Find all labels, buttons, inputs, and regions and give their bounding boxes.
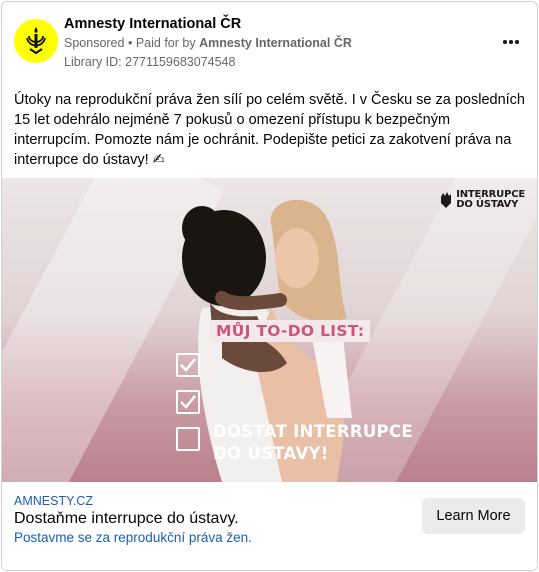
learn-more-button[interactable]: Learn More: [422, 498, 525, 534]
empty-box: [176, 427, 200, 451]
link-headline[interactable]: Dostaňme interrupce do ústavy.: [14, 510, 239, 528]
todo-text-line1: DOSTAT INTERRUPCE: [213, 422, 413, 441]
hand-logo-icon: [441, 192, 452, 208]
library-id: Library ID: 2771159683074548: [64, 55, 236, 69]
sponsored-label: Sponsored: [64, 36, 125, 50]
link-preview[interactable]: AMNESTY.CZ Dostaňme interrupce do ústavy…: [2, 482, 537, 570]
candle-icon: [26, 27, 46, 55]
todo-title: MŮJ TO-DO LIST:: [210, 320, 371, 342]
post-text: Útoky na reprodukční práva žen sílí po c…: [14, 92, 525, 168]
checkmark-icon: [180, 395, 196, 409]
paid-for-name: Amnesty International ČR: [199, 36, 352, 50]
checkmark-icon: [180, 358, 196, 372]
ad-image[interactable]: INTERRUPCE DO ÚSTAVY MŮJ TO-DO LIST: DOS…: [2, 178, 537, 482]
link-description[interactable]: Postavme se za reprodukční práva žen.: [14, 530, 252, 545]
advertiser-avatar[interactable]: [14, 19, 58, 63]
checked-box: [176, 353, 200, 377]
more-dots-icon: [503, 40, 507, 44]
paid-for-label: Paid for by: [135, 36, 196, 50]
advertiser-name[interactable]: Amnesty International ČR: [64, 16, 241, 32]
todo-text-line2: DO ÚSTAVY!: [213, 444, 329, 463]
link-domain[interactable]: AMNESTY.CZ: [14, 494, 93, 508]
more-options-button[interactable]: [499, 30, 523, 54]
sponsored-line: Sponsored • Paid for by Amnesty Internat…: [64, 36, 352, 50]
checked-box: [176, 390, 200, 414]
ad-card: Amnesty International ČR Sponsored • Pai…: [1, 1, 538, 571]
todo-item-text: DOSTAT INTERRUPCE DO ÚSTAVY!: [213, 421, 413, 465]
ad-header: Amnesty International ČR Sponsored • Pai…: [2, 2, 537, 82]
campaign-logo: INTERRUPCE DO ÚSTAVY: [439, 190, 525, 210]
meta-separator: •: [127, 36, 133, 50]
brand-line2: DO ÚSTAVY: [456, 199, 519, 210]
